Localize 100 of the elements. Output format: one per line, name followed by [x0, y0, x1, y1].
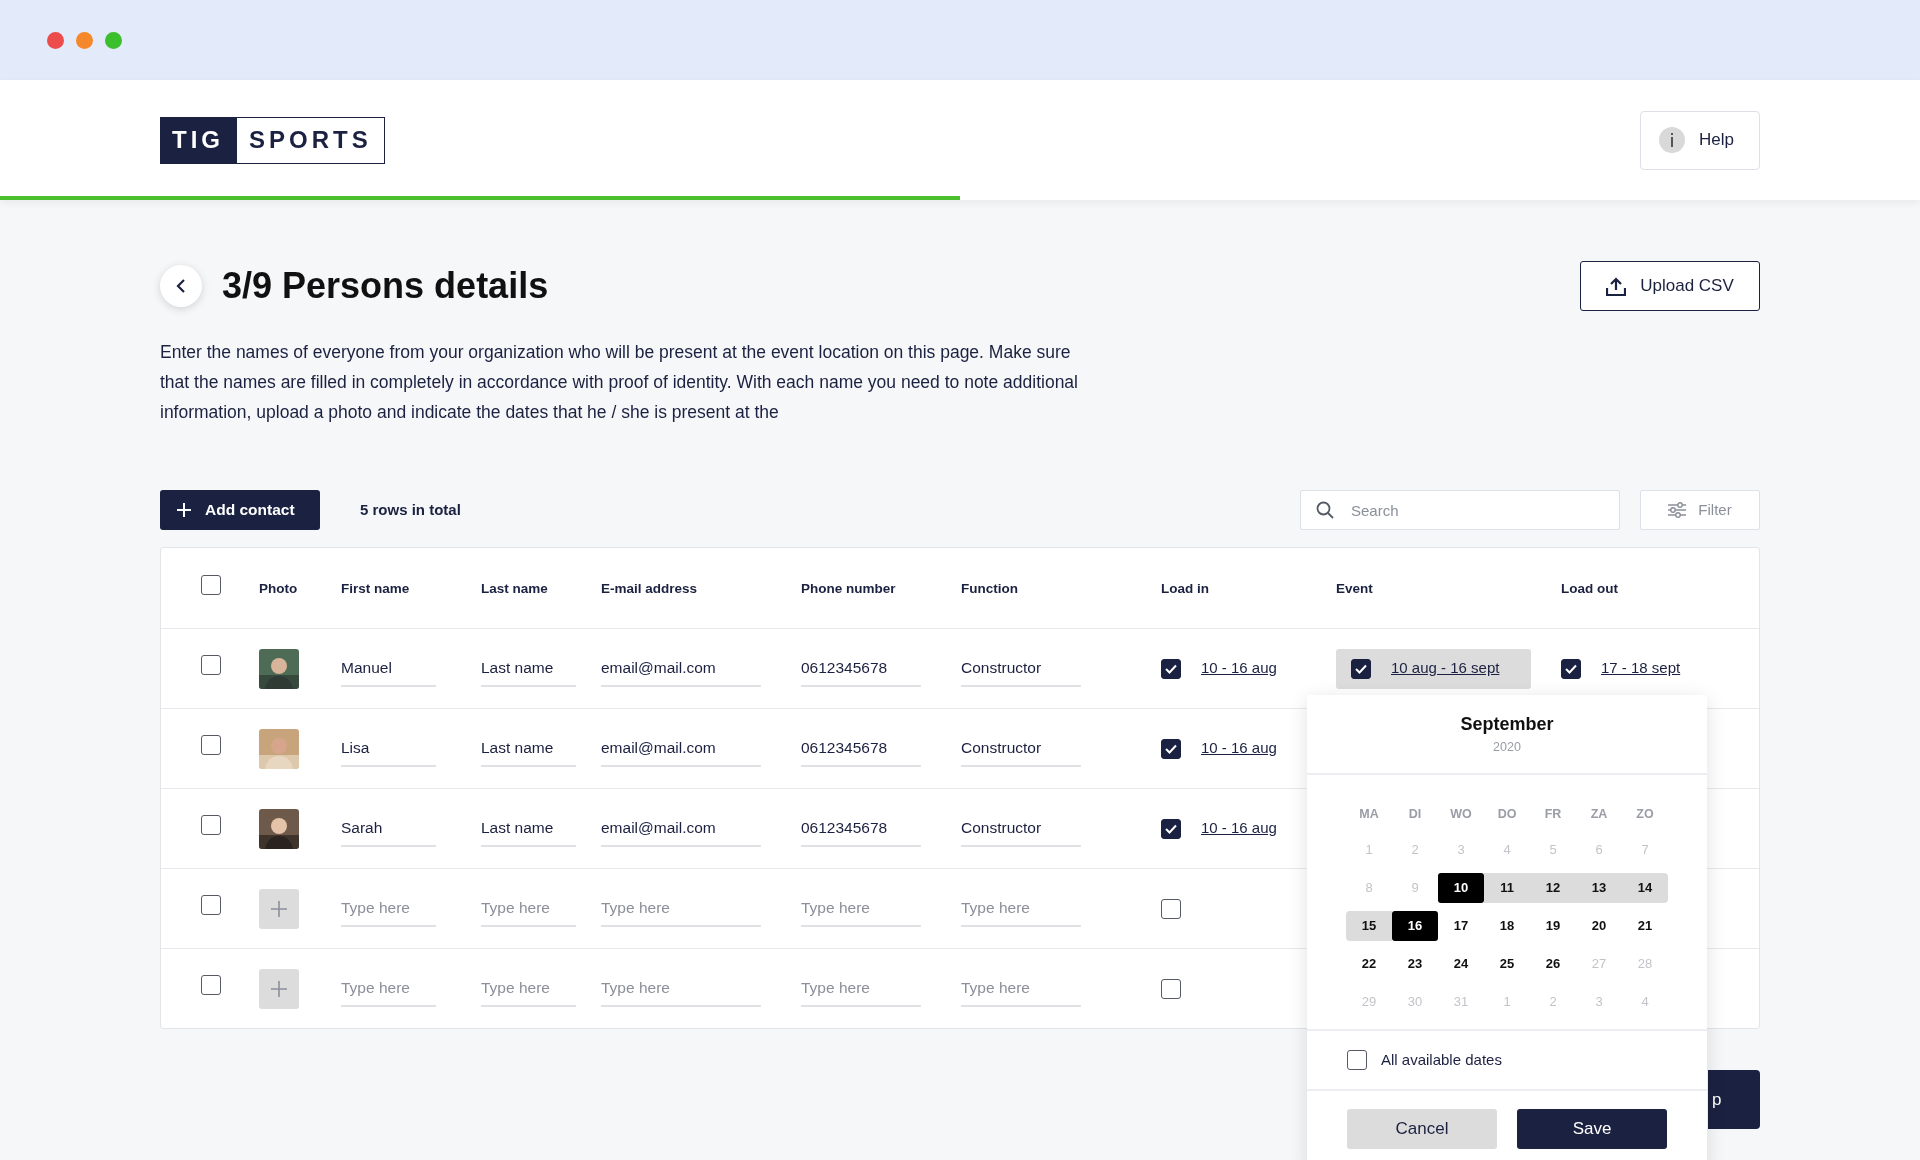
calendar-day[interactable]: 10	[1438, 873, 1484, 903]
date-range-link[interactable]: 17 - 18 sept	[1601, 657, 1681, 680]
window-control-dot[interactable]	[47, 31, 64, 49]
input-field[interactable]: Constructor	[961, 650, 1081, 687]
input-field[interactable]: Type here	[601, 890, 761, 927]
checkbox[interactable]	[201, 655, 221, 675]
calendar-day[interactable]: 23	[1392, 949, 1438, 979]
checkbox[interactable]	[201, 574, 221, 595]
checkbox-label: All available dates	[1381, 1049, 1502, 1070]
checkbox[interactable]	[1161, 898, 1181, 919]
input-field[interactable]: Type here	[801, 890, 921, 927]
search-icon	[1316, 501, 1334, 519]
calendar-day[interactable]: 13	[1576, 873, 1622, 903]
input-field[interactable]: Type here	[481, 890, 576, 927]
year-text: 2020	[1493, 739, 1521, 757]
checkbox[interactable]	[1347, 1050, 1367, 1070]
checkbox[interactable]	[201, 815, 221, 835]
info-icon	[1659, 127, 1685, 153]
checkbox[interactable]	[1161, 658, 1181, 679]
upload-csv-button[interactable]: Upload CSV	[1580, 261, 1760, 311]
input-field[interactable]: Last name	[481, 730, 576, 767]
input-field[interactable]: email@mail.com	[601, 810, 761, 847]
next-button[interactable]: p	[1708, 1070, 1760, 1129]
input-field[interactable]: Sarah	[341, 810, 436, 847]
input-field[interactable]: Type here	[481, 970, 576, 1007]
date-range-link[interactable]: 10 aug - 16 sept	[1391, 657, 1500, 680]
calendar-day[interactable]: 22	[1346, 949, 1392, 979]
input-field[interactable]: Type here	[961, 890, 1081, 927]
calendar-day[interactable]: 26	[1530, 949, 1576, 979]
input-field[interactable]: Constructor	[961, 730, 1081, 767]
checkmark-icon	[1565, 663, 1577, 674]
column-header: Phone number	[801, 581, 896, 596]
calendar-day: 3	[1576, 987, 1622, 1017]
input-field[interactable]: Type here	[601, 970, 761, 1007]
calendar-day[interactable]: 19	[1530, 911, 1576, 941]
input-field[interactable]: email@mail.com	[601, 730, 761, 767]
weekday-label: MA	[1358, 806, 1380, 823]
date-range-link[interactable]: 10 - 16 aug	[1201, 657, 1277, 680]
calendar-day[interactable]: 12	[1530, 873, 1576, 903]
window-control-dot[interactable]	[76, 31, 93, 49]
column-header: Load out	[1561, 581, 1618, 596]
calendar-day[interactable]: 14	[1622, 873, 1668, 903]
checkbox[interactable]	[1561, 658, 1581, 679]
calendar-day: 4	[1622, 987, 1668, 1017]
calendar-day: 1	[1484, 987, 1530, 1017]
column-header: First name	[341, 581, 410, 596]
checkbox[interactable]	[1161, 738, 1181, 759]
column-header: Load in	[1161, 581, 1209, 596]
cancel-button[interactable]: Cancel	[1347, 1109, 1497, 1149]
checkbox[interactable]	[201, 975, 221, 995]
input-field[interactable]: Type here	[801, 970, 921, 1007]
search-field[interactable]: Search	[1300, 490, 1620, 530]
calendar-day: 29	[1346, 987, 1392, 1017]
description-text: Enter the names of everyone from your organization who will be present at the event location on this page. Make sure that the names are filled in completely in accordance with proof of identity. With each name you need to note additional information, upload a photo and indicate the dates that he / she is present at the	[160, 341, 1079, 424]
checkbox[interactable]	[1351, 658, 1371, 679]
calendar-day[interactable]: 25	[1484, 949, 1530, 979]
calendar-day: 2	[1530, 987, 1576, 1017]
input-field[interactable]: Last name	[481, 650, 576, 687]
calendar-day[interactable]: 18	[1484, 911, 1530, 941]
save-button[interactable]: Save	[1517, 1109, 1667, 1149]
calendar-day: 30	[1392, 987, 1438, 1017]
input-field[interactable]: Type here	[961, 970, 1081, 1007]
date-range-link[interactable]: 10 - 16 aug	[1201, 737, 1277, 760]
input-field[interactable]: Manuel	[341, 650, 436, 687]
input-field[interactable]: Type here	[341, 970, 436, 1007]
calendar-day: 27	[1576, 949, 1622, 979]
weekday-label: FR	[1543, 806, 1563, 823]
calendar-day: 6	[1576, 835, 1622, 865]
input-field[interactable]: 0612345678	[801, 730, 921, 767]
calendar-day[interactable]: 17	[1438, 911, 1484, 941]
calendar-day[interactable]: 15	[1346, 911, 1392, 941]
weekday-label: DI	[1407, 806, 1423, 823]
add-photo-button[interactable]	[259, 968, 299, 1009]
input-field[interactable]: Constructor	[961, 810, 1081, 847]
checkbox[interactable]	[201, 735, 221, 755]
sliders-icon	[1668, 502, 1687, 518]
add-photo-button[interactable]	[259, 888, 299, 929]
input-field[interactable]: email@mail.com	[601, 650, 761, 687]
calendar-day[interactable]: 16	[1392, 911, 1438, 941]
calendar-day[interactable]: 11	[1484, 873, 1530, 903]
window-control-dot[interactable]	[105, 31, 122, 49]
input-field[interactable]: Last name	[481, 810, 576, 847]
input-field[interactable]: 0612345678	[801, 650, 921, 687]
input-field[interactable]: Type here	[341, 890, 436, 927]
input-field[interactable]: Lisa	[341, 730, 436, 767]
logo-word: SPORTS	[236, 116, 385, 164]
checkbox[interactable]	[201, 895, 221, 915]
checkbox[interactable]	[1161, 978, 1181, 999]
chevron-left-icon	[176, 279, 186, 293]
calendar-day[interactable]: 20	[1576, 911, 1622, 941]
calendar-day[interactable]: 24	[1438, 949, 1484, 979]
weekday-label: DO	[1496, 806, 1518, 823]
help-button[interactable]: Help	[1640, 110, 1760, 170]
checkbox[interactable]	[1161, 818, 1181, 839]
plus-icon	[271, 980, 287, 997]
calendar-day[interactable]: 21	[1622, 911, 1668, 941]
back-button[interactable]	[160, 265, 202, 307]
date-range-link[interactable]: 10 - 16 aug	[1201, 817, 1277, 840]
add-contact-button[interactable]: Add contact	[160, 490, 320, 530]
input-field[interactable]: 0612345678	[801, 810, 921, 847]
